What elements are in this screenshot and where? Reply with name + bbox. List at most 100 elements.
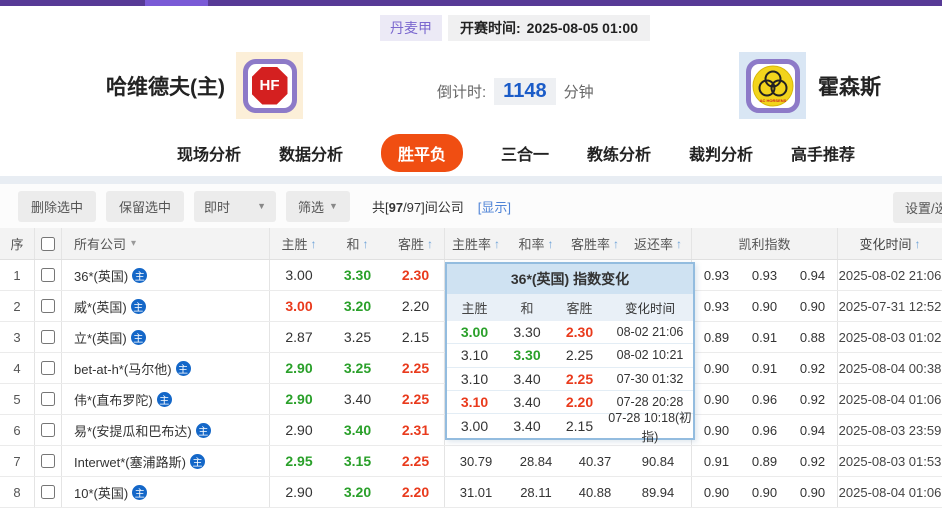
popup-header-away: 客胜 <box>566 301 593 317</box>
kelly-home: 0.90 <box>703 391 730 407</box>
time-filter-select[interactable]: 即时 ▼ <box>194 190 277 222</box>
header-kelly-label: 凯利指数 <box>738 237 791 252</box>
home-odds-cell: 2.90 <box>270 353 328 383</box>
header-home-label: 主胜 <box>281 237 308 252</box>
popup-home-odds: 3.00 <box>460 418 489 434</box>
row-checkbox[interactable] <box>41 485 55 499</box>
popup-header-time: 变化时间 <box>624 302 675 317</box>
company-cell[interactable]: 36*(英国) 主 <box>62 260 270 290</box>
kelly-draw: 0.91 <box>751 329 778 345</box>
company-cell[interactable]: 威*(英国) 主 <box>62 291 270 321</box>
header-home-rate[interactable]: 主胜率 ↑ <box>445 228 507 259</box>
kickoff-label: 开赛时间: <box>460 20 521 36</box>
kelly-away: 0.92 <box>799 453 826 469</box>
show-link[interactable]: [显示] <box>478 197 511 216</box>
home-odds-cell: 2.87 <box>270 322 328 352</box>
popup-away-odds: 2.30 <box>565 324 594 341</box>
popup-draw-odds: 3.30 <box>513 324 541 341</box>
row-checkbox[interactable] <box>41 330 55 344</box>
tab-three-in-one[interactable]: 三合一 <box>501 141 549 165</box>
header-away-label: 客胜 <box>397 237 424 252</box>
draw-odds-value: 3.25 <box>343 360 372 376</box>
header-draw-odds[interactable]: 和 ↑ <box>328 228 387 259</box>
company-name: Interwet*(塞浦路斯) <box>74 454 186 470</box>
draw-rate-cell: 28.84 <box>507 446 565 476</box>
home-odds-cell: 2.90 <box>270 477 328 507</box>
company-cell[interactable]: 立*(英国) 主 <box>62 322 270 352</box>
popup-home-odds: 3.10 <box>460 347 489 364</box>
away-rate-value: 40.88 <box>578 484 612 500</box>
filter-dropdown[interactable]: 筛选 ▼ <box>286 190 350 222</box>
company-cell[interactable]: Interwet*(塞浦路斯) 主 <box>62 446 270 476</box>
row-index: 1 <box>0 260 35 290</box>
popup-away-odds: 2.15 <box>565 418 594 434</box>
popup-title: 36*(英国) 指数变化 <box>447 264 693 294</box>
home-odds-badge-icon: 主 <box>130 298 146 314</box>
row-checkbox[interactable] <box>41 299 55 313</box>
header-away-odds[interactable]: 客胜 ↑ <box>387 228 445 259</box>
settings-button[interactable]: 设置/选择 <box>893 192 942 223</box>
change-time-cell: 2025-08-03 01:53 <box>838 453 942 469</box>
company-cell[interactable]: 10*(英国) 主 <box>62 477 270 507</box>
home-odds-value: 2.90 <box>285 484 313 500</box>
draw-odds-value: 3.30 <box>343 267 372 283</box>
row-checkbox[interactable] <box>41 392 55 406</box>
home-odds-badge-icon: 主 <box>156 391 172 407</box>
row-index: 2 <box>0 291 35 321</box>
chevron-down-icon: ▼ <box>257 201 267 211</box>
header-change-time[interactable]: 变化时间 ↑ <box>838 228 942 259</box>
draw-odds-value: 3.20 <box>343 298 372 314</box>
home-rate-value: 30.79 <box>459 453 493 469</box>
company-cell[interactable]: bet-at-h*(马尔他) 主 <box>62 353 270 383</box>
header-payout-rate[interactable]: 返还率 ↑ <box>625 228 692 259</box>
header-company[interactable]: 所有公司 ▾ <box>62 228 270 259</box>
draw-odds-cell: 3.20 <box>328 291 387 321</box>
popup-draw-odds: 3.40 <box>513 370 541 387</box>
draw-odds-value: 3.40 <box>343 422 372 438</box>
tab-data-analysis[interactable]: 数据分析 <box>279 141 343 165</box>
delete-selected-button[interactable]: 删除选中 <box>18 190 97 222</box>
home-team-logo: HF <box>236 52 303 119</box>
row-checkbox-cell <box>35 322 62 352</box>
draw-odds-value: 3.20 <box>343 484 372 500</box>
away-odds-cell: 2.25 <box>387 384 445 414</box>
row-checkbox[interactable] <box>41 268 55 282</box>
tab-live-analysis[interactable]: 现场分析 <box>177 141 241 165</box>
popup-draw-odds: 3.30 <box>513 347 541 364</box>
company-cell[interactable]: 伟*(直布罗陀) 主 <box>62 384 270 414</box>
popup-change-time: 08-02 21:06 <box>616 325 684 340</box>
kelly-draw: 0.90 <box>751 484 778 500</box>
company-name: 立*(英国) <box>74 330 127 346</box>
home-odds-value: 2.90 <box>285 391 313 407</box>
svg-text:AC HORSENS: AC HORSENS <box>759 98 786 103</box>
row-checkbox-cell <box>35 260 62 290</box>
away-odds-cell: 2.20 <box>387 477 445 507</box>
home-odds-cell: 3.00 <box>270 291 328 321</box>
count-selected: 97 <box>388 199 404 215</box>
tab-expert-picks[interactable]: 高手推荐 <box>791 141 855 165</box>
tab-referee-analysis[interactable]: 裁判分析 <box>689 141 753 165</box>
row-index: 5 <box>0 384 35 414</box>
away-team-name: 霍森斯 <box>818 76 881 99</box>
away-rate-cell: 40.88 <box>565 477 625 507</box>
row-checkbox[interactable] <box>41 361 55 375</box>
count-prefix: 共[ <box>371 199 389 215</box>
away-odds-value: 2.20 <box>401 298 430 314</box>
home-rate-cell: 30.79 <box>445 446 507 476</box>
header-home-odds[interactable]: 主胜 ↑ <box>270 228 328 259</box>
row-checkbox-cell <box>35 477 62 507</box>
tab-coach-analysis[interactable]: 教练分析 <box>587 141 651 165</box>
select-all-checkbox[interactable] <box>41 236 55 251</box>
row-checkbox[interactable] <box>41 454 55 468</box>
header-away-rate[interactable]: 客胜率 ↑ <box>565 228 625 259</box>
home-odds-badge-icon: 主 <box>132 484 148 500</box>
row-checkbox[interactable] <box>41 423 55 437</box>
header-draw-rate[interactable]: 和率 ↑ <box>507 228 565 259</box>
keep-selected-button[interactable]: 保留选中 <box>106 190 185 222</box>
company-cell[interactable]: 易*(安提瓜和巴布达) 主 <box>62 415 270 445</box>
sort-arrow-icon: ↑ <box>547 236 554 251</box>
league-badge[interactable]: 丹麦甲 <box>380 15 442 41</box>
tab-win-draw-lose[interactable]: 胜平负 <box>380 134 463 172</box>
company-name: 36*(英国) <box>74 268 129 284</box>
kelly-draw: 0.93 <box>751 267 778 283</box>
